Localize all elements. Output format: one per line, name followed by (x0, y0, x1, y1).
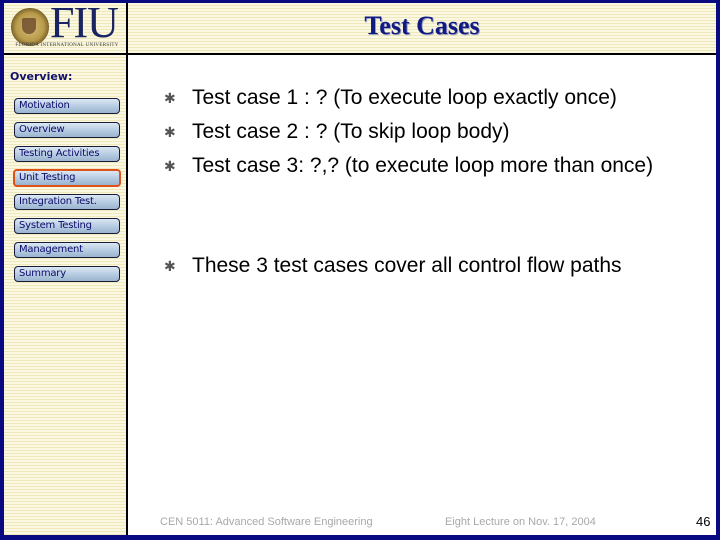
footer-course: CEN 5011: Advanced Software Engineering (160, 516, 373, 528)
logo-text: FIU (50, 3, 119, 47)
sidebar-item-management[interactable]: Management (14, 242, 120, 258)
sidebar-item-overview[interactable]: Overview (14, 122, 120, 138)
sidebar-nav: Overview: Motivation Overview Testing Ac… (4, 55, 128, 535)
asterisk-bullet-icon: ✱ (164, 90, 176, 106)
slide: FIU FLORIDA INTERNATIONAL UNIVERSITY Tes… (4, 3, 716, 535)
sidebar-item-unit-testing[interactable]: Unit Testing (13, 169, 121, 187)
sidebar-heading: Overview: (10, 70, 73, 83)
university-seal-icon (11, 8, 49, 46)
asterisk-bullet-icon: ✱ (164, 158, 176, 174)
footer-lecture: Eight Lecture on Nov. 17, 2004 (445, 516, 596, 528)
slide-title: Test Cases (364, 11, 480, 40)
sidebar-item-summary[interactable]: Summary (14, 266, 120, 282)
asterisk-bullet-icon: ✱ (164, 124, 176, 140)
sidebar-item-motivation[interactable]: Motivation (14, 98, 120, 114)
sidebar-item-system-testing[interactable]: System Testing (14, 218, 120, 234)
sidebar-item-testing-activities[interactable]: Testing Activities (14, 146, 120, 162)
sidebar-item-integration-test[interactable]: Integration Test. (14, 194, 120, 210)
fiu-logo: FIU FLORIDA INTERNATIONAL UNIVERSITY (8, 3, 126, 51)
page-number: 46 (696, 514, 711, 529)
slide-header: FIU FLORIDA INTERNATIONAL UNIVERSITY Tes… (4, 3, 716, 55)
asterisk-bullet-icon: ✱ (164, 258, 176, 274)
logo-subtext: FLORIDA INTERNATIONAL UNIVERSITY (15, 43, 119, 48)
